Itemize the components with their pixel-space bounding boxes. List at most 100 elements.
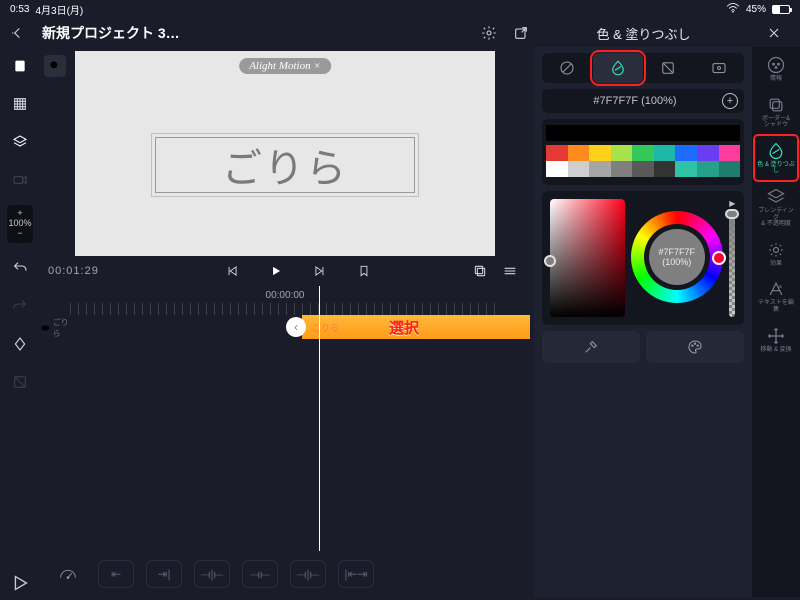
alpha-slider[interactable] (729, 212, 735, 317)
prev-keyframe-button[interactable] (220, 259, 244, 283)
border-shadow-tab[interactable]: ボーダー& シャドウ (756, 91, 796, 133)
undo-button[interactable] (7, 255, 33, 281)
picker-tools (542, 331, 744, 363)
swatch[interactable] (546, 125, 740, 141)
swatch[interactable] (546, 161, 568, 177)
swatch[interactable] (632, 161, 654, 177)
play-outline-button[interactable] (6, 569, 34, 597)
alpha-cursor[interactable] (725, 209, 739, 219)
timeline-options-button[interactable] (498, 259, 522, 283)
swatch[interactable] (611, 161, 633, 177)
split-button[interactable]: ⟞⟝ (242, 560, 278, 588)
timeline-clip[interactable]: ‹ ごりら 選択 (302, 315, 530, 339)
zoom-control[interactable]: + 100% − (7, 205, 33, 243)
swatch[interactable] (589, 161, 611, 177)
settings-button[interactable] (477, 21, 501, 45)
swatch[interactable] (697, 145, 719, 161)
time-ruler[interactable]: 00:00:00 (40, 286, 530, 315)
track-row[interactable]: ごりら ‹ ごりら 選択 (40, 315, 530, 341)
info-tab[interactable]: 情報 (756, 51, 796, 87)
swatch[interactable] (675, 161, 697, 177)
ruler-ticks (70, 303, 500, 315)
swatch[interactable] (611, 145, 633, 161)
swatch-row-grays (546, 161, 740, 177)
project-title[interactable]: 新規プロジェクト 3… (42, 23, 180, 43)
tool-camera[interactable] (7, 167, 33, 193)
swatch[interactable] (675, 145, 697, 161)
hue-cursor[interactable] (712, 251, 726, 265)
layer-name-mini: ごりら (53, 317, 74, 339)
close-panel-button[interactable] (754, 21, 794, 45)
palette-button[interactable] (646, 331, 744, 363)
speed-button[interactable] (50, 560, 86, 588)
clip-label: ごりら (312, 321, 339, 334)
trim-start-button[interactable]: ⇤ (98, 560, 134, 588)
layer-visibility[interactable]: ごりら (40, 317, 74, 339)
color-fill-tab[interactable]: 色 & 塗りつぶし (756, 137, 796, 179)
swatch-row-colors (546, 145, 740, 161)
swatch[interactable] (568, 161, 590, 177)
blending-tab[interactable]: ブレンディング & 不透明度 (756, 183, 796, 232)
split-left-button[interactable]: ⟞|⟝ (194, 560, 230, 588)
magnify-button[interactable] (44, 55, 66, 77)
add-color-button[interactable]: + (722, 93, 738, 109)
keyframe-button[interactable] (7, 331, 33, 357)
swatch[interactable] (697, 161, 719, 177)
swatch[interactable] (568, 145, 590, 161)
split-right-button[interactable]: ⟞|⟝ (290, 560, 326, 588)
next-keyframe-button[interactable] (308, 259, 332, 283)
status-time: 0:53 (10, 4, 29, 15)
svg-text:a: a (779, 285, 783, 291)
preview-canvas[interactable]: Alight Motion × ごりら (75, 51, 495, 256)
status-date: 4月3日(月) (35, 2, 83, 17)
text-layer-bounds[interactable]: ごりら (155, 137, 415, 193)
alpha-animate-icon[interactable]: ▶ (729, 199, 735, 208)
effects-tab[interactable]: 効果 (756, 236, 796, 272)
swatch[interactable] (654, 161, 676, 177)
color-fill-panel: #7F7F7F (100%) + #7F7F7F (100%) (534, 47, 752, 597)
redo-button[interactable] (7, 293, 33, 319)
swatch[interactable] (632, 145, 654, 161)
back-button[interactable] (6, 21, 30, 45)
edit-text-tab[interactable]: a テキストを編集 (756, 275, 796, 317)
trim-end-button[interactable]: |⇤⇥ (338, 560, 374, 588)
fill-solid-tab[interactable] (593, 53, 644, 83)
timecode-current[interactable]: 00:01:29 (48, 265, 128, 277)
bookmark-button[interactable] (352, 259, 376, 283)
export-button[interactable] (509, 21, 533, 45)
tool-grid[interactable] (7, 91, 33, 117)
ring-center-chip[interactable]: #7F7F7F (100%) (649, 229, 705, 285)
tool-mask[interactable] (7, 369, 33, 395)
tool-shape[interactable] (7, 53, 33, 79)
preview-area: Alight Motion × ごりら (40, 51, 530, 256)
fill-gradient-tab[interactable] (643, 53, 694, 83)
timeline[interactable]: 00:00:00 ごりら ‹ ごりら 選択 (40, 286, 530, 551)
swatch-palette (542, 119, 744, 185)
hue-ring[interactable]: #7F7F7F (100%) (631, 211, 723, 303)
copy-frame-button[interactable] (468, 259, 492, 283)
transport-bar: 00:01:29 (40, 256, 530, 286)
ring-alpha: (100%) (662, 257, 691, 267)
playhead[interactable] (319, 286, 320, 551)
swatch[interactable] (719, 145, 741, 161)
color-picker: #7F7F7F (100%) ▶ (542, 191, 744, 325)
battery-percent: 45% (746, 4, 766, 15)
sv-cursor[interactable] (544, 255, 556, 267)
move-transform-tab[interactable]: 移動 & 変換 (756, 322, 796, 358)
swatch[interactable] (719, 161, 741, 177)
fill-image-tab[interactable] (694, 53, 745, 83)
swatch[interactable] (546, 145, 568, 161)
current-color-row[interactable]: #7F7F7F (100%) + (542, 89, 744, 113)
eyedropper-button[interactable] (542, 331, 640, 363)
swatch[interactable] (654, 145, 676, 161)
trim-in-button[interactable]: ⇥| (146, 560, 182, 588)
bottom-toolbar: ⇤ ⇥| ⟞|⟝ ⟞⟝ ⟞|⟝ |⇤⇥ (40, 551, 530, 597)
fill-none-tab[interactable] (542, 53, 593, 83)
play-button[interactable] (264, 259, 288, 283)
clip-expand-button[interactable]: ‹ (286, 317, 306, 337)
swatch[interactable] (589, 145, 611, 161)
zoom-minus[interactable]: − (17, 229, 22, 239)
tool-layers[interactable] (7, 129, 33, 155)
sv-box[interactable] (550, 199, 625, 317)
watermark-pill[interactable]: Alight Motion × (239, 58, 331, 74)
